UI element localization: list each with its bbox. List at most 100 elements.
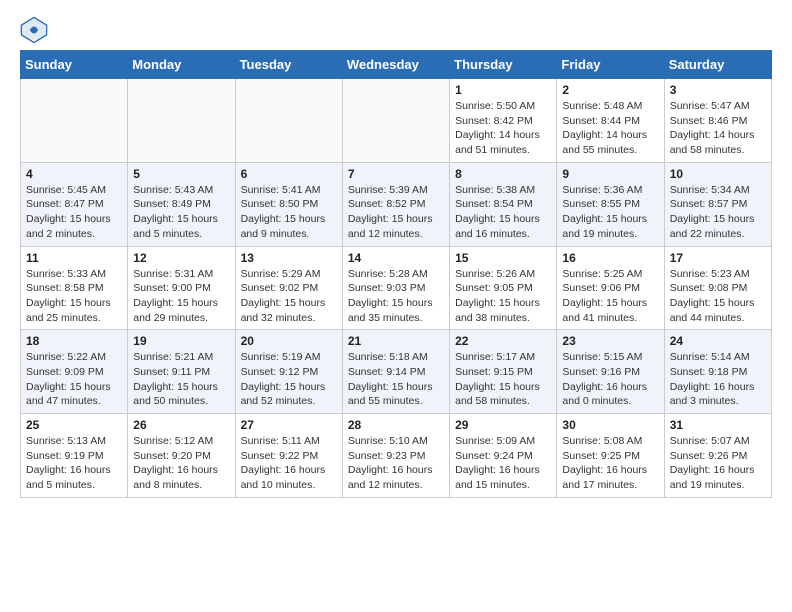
calendar-cell: 29 Sunrise: 5:09 AMSunset: 9:24 PMDayligh… xyxy=(450,414,557,498)
day-info: Sunrise: 5:34 AMSunset: 8:57 PMDaylight:… xyxy=(670,183,766,242)
calendar-cell: 24Sunrise: 5:14 AMSunset: 9:18 PMDayligh… xyxy=(664,330,771,414)
day-number: 31 xyxy=(670,418,766,432)
calendar-table: SundayMondayTuesdayWednesdayThursdayFrid… xyxy=(20,50,772,498)
day-number: 7 xyxy=(348,167,444,181)
day-info: Sunrise: 5:33 AMSunset: 8:58 PMDaylight:… xyxy=(26,267,122,326)
calendar-header-tuesday: Tuesday xyxy=(235,51,342,79)
day-number: 22 xyxy=(455,334,551,348)
calendar-cell: 6Sunrise: 5:41 AMSunset: 8:50 PMDaylight… xyxy=(235,162,342,246)
day-info: Sunrise: 5:36 AMSunset: 8:55 PMDaylight:… xyxy=(562,183,658,242)
day-number: 1 xyxy=(455,83,551,97)
day-number: 28 xyxy=(348,418,444,432)
day-info: Sunrise: 5:25 AMSunset: 9:06 PMDaylight:… xyxy=(562,267,658,326)
day-number: 18 xyxy=(26,334,122,348)
day-info: Sunrise: 5:48 AMSunset: 8:44 PMDaylight:… xyxy=(562,99,658,158)
calendar-cell: 8 Sunrise: 5:38 AMSunset: 8:54 PMDaylight… xyxy=(450,162,557,246)
day-info: Sunrise: 5:29 AMSunset: 9:02 PMDaylight:… xyxy=(241,267,337,326)
logo-icon xyxy=(20,16,48,44)
calendar-cell: 23Sunrise: 5:15 AMSunset: 9:16 PMDayligh… xyxy=(557,330,664,414)
calendar-cell: 11 Sunrise: 5:33 AMSunset: 8:58 PMDayligh… xyxy=(21,246,128,330)
calendar-cell: 16 Sunrise: 5:25 AMSunset: 9:06 PMDayligh… xyxy=(557,246,664,330)
day-info: Sunrise: 5:09 AMSunset: 9:24 PMDaylight:… xyxy=(455,434,551,493)
day-number: 19 xyxy=(133,334,229,348)
calendar-week-row: 1Sunrise: 5:50 AMSunset: 8:42 PMDaylight… xyxy=(21,79,772,163)
day-number: 5 xyxy=(133,167,229,181)
day-info: Sunrise: 5:39 AMSunset: 8:52 PMDaylight:… xyxy=(348,183,444,242)
header xyxy=(20,16,772,44)
day-info: Sunrise: 5:22 AMSunset: 9:09 PMDaylight:… xyxy=(26,350,122,409)
calendar-cell: 7 Sunrise: 5:39 AMSunset: 8:52 PMDaylight… xyxy=(342,162,449,246)
calendar-cell: 14 Sunrise: 5:28 AMSunset: 9:03 PMDayligh… xyxy=(342,246,449,330)
calendar-week-row: 4Sunrise: 5:45 AMSunset: 8:47 PMDaylight… xyxy=(21,162,772,246)
day-info: Sunrise: 5:26 AMSunset: 9:05 PMDaylight:… xyxy=(455,267,551,326)
calendar-cell: 18 Sunrise: 5:22 AMSunset: 9:09 PMDayligh… xyxy=(21,330,128,414)
calendar-cell: 9 Sunrise: 5:36 AMSunset: 8:55 PMDaylight… xyxy=(557,162,664,246)
day-info: Sunrise: 5:43 AMSunset: 8:49 PMDaylight:… xyxy=(133,183,229,242)
calendar-cell: 31 Sunrise: 5:07 AMSunset: 9:26 PMDayligh… xyxy=(664,414,771,498)
calendar-cell: 26Sunrise: 5:12 AMSunset: 9:20 PMDayligh… xyxy=(128,414,235,498)
day-info: Sunrise: 5:23 AMSunset: 9:08 PMDaylight:… xyxy=(670,267,766,326)
day-info: Sunrise: 5:47 AMSunset: 8:46 PMDaylight:… xyxy=(670,99,766,158)
calendar-header-thursday: Thursday xyxy=(450,51,557,79)
day-info: Sunrise: 5:07 AMSunset: 9:26 PMDaylight:… xyxy=(670,434,766,493)
calendar-cell xyxy=(21,79,128,163)
day-number: 26 xyxy=(133,418,229,432)
day-number: 24 xyxy=(670,334,766,348)
day-number: 11 xyxy=(26,251,122,265)
logo xyxy=(20,16,52,44)
day-info: Sunrise: 5:17 AMSunset: 9:15 PMDaylight:… xyxy=(455,350,551,409)
day-number: 10 xyxy=(670,167,766,181)
calendar-cell: 3 Sunrise: 5:47 AMSunset: 8:46 PMDaylight… xyxy=(664,79,771,163)
day-info: Sunrise: 5:19 AMSunset: 9:12 PMDaylight:… xyxy=(241,350,337,409)
calendar-cell: 15 Sunrise: 5:26 AMSunset: 9:05 PMDayligh… xyxy=(450,246,557,330)
day-number: 8 xyxy=(455,167,551,181)
calendar-cell: 28 Sunrise: 5:10 AMSunset: 9:23 PMDayligh… xyxy=(342,414,449,498)
day-number: 25 xyxy=(26,418,122,432)
day-number: 21 xyxy=(348,334,444,348)
calendar-cell: 25 Sunrise: 5:13 AMSunset: 9:19 PMDayligh… xyxy=(21,414,128,498)
day-info: Sunrise: 5:13 AMSunset: 9:19 PMDaylight:… xyxy=(26,434,122,493)
calendar-cell: 1Sunrise: 5:50 AMSunset: 8:42 PMDaylight… xyxy=(450,79,557,163)
calendar-header-saturday: Saturday xyxy=(664,51,771,79)
day-info: Sunrise: 5:21 AMSunset: 9:11 PMDaylight:… xyxy=(133,350,229,409)
calendar-cell: 30Sunrise: 5:08 AMSunset: 9:25 PMDayligh… xyxy=(557,414,664,498)
day-number: 9 xyxy=(562,167,658,181)
day-info: Sunrise: 5:45 AMSunset: 8:47 PMDaylight:… xyxy=(26,183,122,242)
calendar-cell: 2 Sunrise: 5:48 AMSunset: 8:44 PMDaylight… xyxy=(557,79,664,163)
calendar-week-row: 18 Sunrise: 5:22 AMSunset: 9:09 PMDayligh… xyxy=(21,330,772,414)
calendar-cell xyxy=(235,79,342,163)
day-info: Sunrise: 5:10 AMSunset: 9:23 PMDaylight:… xyxy=(348,434,444,493)
day-info: Sunrise: 5:08 AMSunset: 9:25 PMDaylight:… xyxy=(562,434,658,493)
calendar-header-sunday: Sunday xyxy=(21,51,128,79)
day-number: 16 xyxy=(562,251,658,265)
day-number: 13 xyxy=(241,251,337,265)
calendar-header-monday: Monday xyxy=(128,51,235,79)
day-number: 14 xyxy=(348,251,444,265)
calendar-cell: 13 Sunrise: 5:29 AMSunset: 9:02 PMDayligh… xyxy=(235,246,342,330)
day-number: 27 xyxy=(241,418,337,432)
day-number: 15 xyxy=(455,251,551,265)
day-number: 12 xyxy=(133,251,229,265)
day-number: 17 xyxy=(670,251,766,265)
day-info: Sunrise: 5:41 AMSunset: 8:50 PMDaylight:… xyxy=(241,183,337,242)
calendar-cell: 27 Sunrise: 5:11 AMSunset: 9:22 PMDayligh… xyxy=(235,414,342,498)
day-number: 2 xyxy=(562,83,658,97)
page-container: SundayMondayTuesdayWednesdayThursdayFrid… xyxy=(0,0,792,514)
calendar-cell: 21 Sunrise: 5:18 AMSunset: 9:14 PMDayligh… xyxy=(342,330,449,414)
calendar-week-row: 25 Sunrise: 5:13 AMSunset: 9:19 PMDayligh… xyxy=(21,414,772,498)
day-info: Sunrise: 5:15 AMSunset: 9:16 PMDaylight:… xyxy=(562,350,658,409)
calendar-cell: 22 Sunrise: 5:17 AMSunset: 9:15 PMDayligh… xyxy=(450,330,557,414)
day-number: 3 xyxy=(670,83,766,97)
day-info: Sunrise: 5:18 AMSunset: 9:14 PMDaylight:… xyxy=(348,350,444,409)
calendar-cell: 17 Sunrise: 5:23 AMSunset: 9:08 PMDayligh… xyxy=(664,246,771,330)
calendar-header-friday: Friday xyxy=(557,51,664,79)
day-info: Sunrise: 5:38 AMSunset: 8:54 PMDaylight:… xyxy=(455,183,551,242)
day-info: Sunrise: 5:11 AMSunset: 9:22 PMDaylight:… xyxy=(241,434,337,493)
calendar-cell: 19 Sunrise: 5:21 AMSunset: 9:11 PMDayligh… xyxy=(128,330,235,414)
calendar-cell: 5 Sunrise: 5:43 AMSunset: 8:49 PMDaylight… xyxy=(128,162,235,246)
calendar-header-wednesday: Wednesday xyxy=(342,51,449,79)
calendar-cell: 12 Sunrise: 5:31 AMSunset: 9:00 PMDayligh… xyxy=(128,246,235,330)
day-info: Sunrise: 5:28 AMSunset: 9:03 PMDaylight:… xyxy=(348,267,444,326)
day-number: 29 xyxy=(455,418,551,432)
day-info: Sunrise: 5:31 AMSunset: 9:00 PMDaylight:… xyxy=(133,267,229,326)
